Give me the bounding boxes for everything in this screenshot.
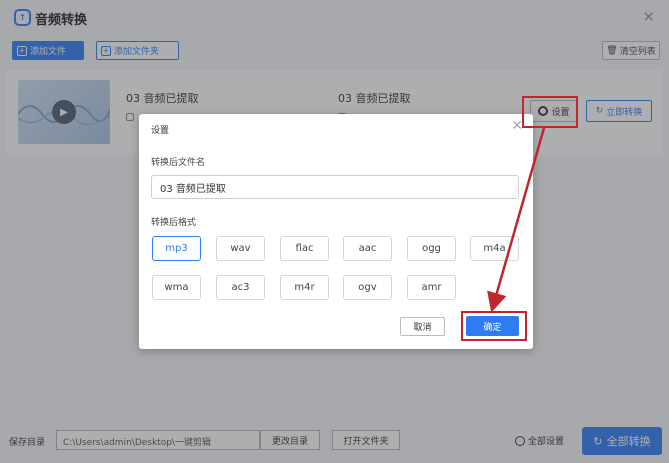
cancel-button[interactable]: 取消: [400, 317, 445, 336]
format-m4r[interactable]: m4r: [280, 275, 329, 300]
format-mp3[interactable]: mp3: [152, 236, 201, 261]
format-amr[interactable]: amr: [407, 275, 456, 300]
format-ogg[interactable]: ogg: [407, 236, 456, 261]
format-aac[interactable]: aac: [343, 236, 392, 261]
format-wma[interactable]: wma: [152, 275, 201, 300]
format-ac3[interactable]: ac3: [216, 275, 265, 300]
format-label: 转换后格式: [151, 218, 197, 228]
format-wav[interactable]: wav: [216, 236, 265, 261]
annotation-highlight-settings: [522, 96, 578, 128]
annotation-highlight-ok: [461, 311, 527, 341]
format-m4a[interactable]: m4a: [470, 236, 519, 261]
dialog-title: 设置: [151, 126, 170, 136]
filename-label: 转换后文件名: [151, 158, 206, 168]
format-ogv[interactable]: ogv: [343, 275, 392, 300]
filename-input[interactable]: [151, 175, 519, 199]
format-flac[interactable]: flac: [280, 236, 329, 261]
